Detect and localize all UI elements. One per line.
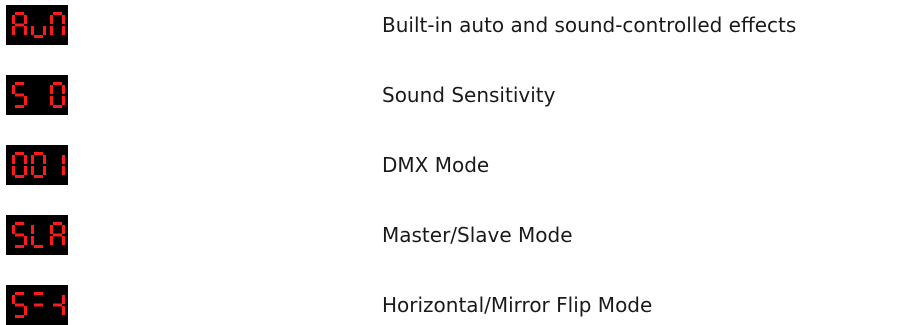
segment-d [15, 315, 24, 318]
segment-a [53, 12, 62, 15]
segment-f [12, 155, 15, 164]
segment-a [15, 152, 24, 155]
segment-f [12, 295, 15, 304]
seven-segment-display [6, 5, 68, 45]
segment-g [15, 233, 24, 237]
segment-c [62, 306, 65, 315]
segment-a [53, 82, 62, 85]
seven-segment-display [6, 285, 68, 325]
segment-d [34, 245, 43, 248]
segment-c [24, 236, 27, 245]
mode-row-auto: Built-in auto and sound-controlled effec… [0, 5, 915, 45]
segment-glyphs-master-slave [6, 215, 68, 255]
segment-b [62, 295, 65, 304]
segment-f [12, 225, 15, 234]
mode-row-master-slave: Master/Slave Mode [0, 215, 915, 255]
segment-d [15, 245, 24, 248]
segment-b [62, 85, 65, 94]
segment-c [43, 166, 46, 175]
segment-c [62, 236, 65, 245]
segment-b [24, 15, 27, 24]
seven-segment-display [6, 75, 68, 115]
segment-e [50, 26, 53, 35]
segment-g [53, 233, 62, 237]
segment-f [31, 225, 34, 234]
segment-b [62, 15, 65, 24]
segment-f [12, 85, 15, 94]
segment-e [12, 166, 15, 175]
segment-b [62, 155, 65, 164]
mode-row-sound-sensitivity: Sound Sensitivity [0, 75, 915, 115]
segment-a [15, 292, 24, 295]
segment-g [15, 303, 24, 307]
segment-c [24, 96, 27, 105]
seven-segment-display [6, 145, 68, 185]
segment-f [12, 15, 15, 24]
segment-c [43, 26, 46, 35]
segment-glyphs-sound [6, 75, 68, 115]
segment-g [15, 93, 24, 97]
segment-f [50, 15, 53, 24]
segment-d [15, 175, 24, 178]
segment-c [24, 306, 27, 315]
segment-e [12, 26, 15, 35]
segment-a [15, 12, 24, 15]
mode-row-dmx: DMX Mode [0, 145, 915, 185]
segment-e [50, 96, 53, 105]
segment-d [34, 35, 43, 38]
segment-e [31, 166, 34, 175]
mode-description: Built-in auto and sound-controlled effec… [382, 13, 797, 37]
mode-description: Sound Sensitivity [382, 83, 556, 107]
segment-g [53, 303, 62, 307]
segment-b [62, 225, 65, 234]
segment-a [34, 152, 43, 155]
segment-c [24, 166, 27, 175]
segment-e [31, 26, 34, 35]
segment-glyphs-auto [6, 5, 68, 45]
segment-c [62, 96, 65, 105]
segment-f [31, 155, 34, 164]
segment-d [34, 175, 43, 178]
mode-row-flip: Horizontal/Mirror Flip Mode [0, 285, 915, 325]
segment-a [53, 222, 62, 225]
segment-d [15, 105, 24, 108]
mode-description: Horizontal/Mirror Flip Mode [382, 293, 653, 317]
segment-f [50, 225, 53, 234]
seven-segment-display [6, 215, 68, 255]
segment-c [62, 26, 65, 35]
segment-g [34, 303, 43, 307]
segment-e [50, 236, 53, 245]
segment-a [34, 292, 43, 295]
segment-c [62, 166, 65, 175]
segment-a [15, 222, 24, 225]
segment-f [50, 85, 53, 94]
segment-g [15, 23, 24, 27]
segment-b [43, 155, 46, 164]
segment-b [24, 155, 27, 164]
segment-glyphs-dmx [6, 145, 68, 185]
segment-c [24, 26, 27, 35]
mode-description: Master/Slave Mode [382, 223, 573, 247]
segment-a [15, 82, 24, 85]
segment-e [31, 236, 34, 245]
segment-d [53, 105, 62, 108]
segment-glyphs-flip [6, 285, 68, 325]
display-background [6, 145, 68, 185]
mode-description: DMX Mode [382, 153, 490, 177]
